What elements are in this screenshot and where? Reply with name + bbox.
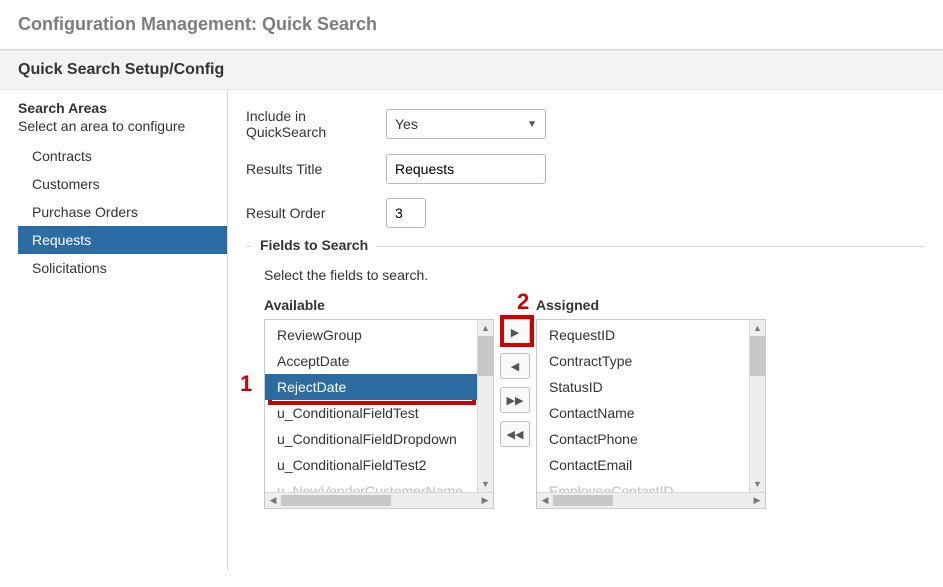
- available-label: Available: [264, 297, 494, 313]
- scroll-down-icon[interactable]: ▼: [478, 476, 493, 492]
- hscroll-thumb[interactable]: [553, 495, 613, 506]
- fields-subtext: Select the fields to search.: [264, 267, 911, 283]
- assigned-vscroll[interactable]: ▲ ▼: [749, 320, 765, 492]
- list-item[interactable]: AcceptDate: [265, 348, 477, 374]
- sidebar-item-customers[interactable]: Customers: [18, 170, 227, 198]
- scroll-right-icon[interactable]: ▶: [477, 493, 493, 508]
- scroll-left-icon[interactable]: ◀: [265, 493, 281, 508]
- sidebar-item-requests[interactable]: Requests: [18, 226, 227, 254]
- list-item[interactable]: ContactName: [537, 400, 749, 426]
- annotation-2: 2: [517, 289, 529, 315]
- list-item[interactable]: u_ConditionalFieldTest2: [265, 452, 477, 478]
- available-column: Available ReviewGroupAcceptDateRejectDat…: [264, 297, 494, 509]
- list-item[interactable]: RejectDate: [265, 374, 477, 400]
- transfer-buttons: ▶ ◀ ▶▶ ◀◀: [500, 297, 530, 447]
- scroll-down-icon[interactable]: ▼: [750, 476, 765, 492]
- add-all-button[interactable]: ▶▶: [500, 387, 530, 413]
- vscroll-thumb[interactable]: [750, 336, 765, 376]
- available-listbox[interactable]: ReviewGroupAcceptDateRejectDateu_Conditi…: [264, 319, 494, 509]
- assigned-column: Assigned RequestIDContractTypeStatusIDCo…: [536, 297, 766, 509]
- sidebar-item-purchase-orders[interactable]: Purchase Orders: [18, 198, 227, 226]
- sidebar: Search Areas Select an area to configure…: [0, 90, 228, 570]
- available-hscroll[interactable]: ◀ ▶: [265, 492, 493, 508]
- assigned-listbox[interactable]: RequestIDContractTypeStatusIDContactName…: [536, 319, 766, 509]
- list-item[interactable]: u_NewVendorCustomerName: [265, 478, 477, 492]
- list-item[interactable]: ContactEmail: [537, 452, 749, 478]
- list-item[interactable]: u_ConditionalFieldDropdown: [265, 426, 477, 452]
- page-title: Configuration Management: Quick Search: [0, 0, 943, 49]
- sidebar-heading: Search Areas: [18, 100, 227, 116]
- panel-header: Quick Search Setup/Config: [0, 50, 943, 90]
- results-title-input[interactable]: [386, 154, 546, 184]
- sidebar-subheading: Select an area to configure: [18, 118, 227, 134]
- caret-down-icon: ▼: [527, 119, 537, 130]
- scroll-right-icon[interactable]: ▶: [749, 493, 765, 508]
- hscroll-thumb[interactable]: [281, 495, 391, 506]
- annotation-1: 1: [240, 371, 252, 397]
- result-order-label: Result Order: [246, 205, 386, 221]
- assigned-hscroll[interactable]: ◀ ▶: [537, 492, 765, 508]
- scroll-up-icon[interactable]: ▲: [750, 320, 765, 336]
- include-select[interactable]: Yes ▼: [386, 109, 546, 139]
- list-item[interactable]: u_ConditionalFieldTest: [265, 400, 477, 426]
- available-vscroll[interactable]: ▲ ▼: [477, 320, 493, 492]
- list-item[interactable]: RequestID: [537, 322, 749, 348]
- main-panel: Include in QuickSearch Yes ▼ Results Tit…: [228, 90, 943, 570]
- remove-all-button[interactable]: ◀◀: [500, 421, 530, 447]
- list-item[interactable]: ContactPhone: [537, 426, 749, 452]
- remove-one-button[interactable]: ◀: [500, 353, 530, 379]
- sidebar-item-contracts[interactable]: Contracts: [18, 142, 227, 170]
- include-select-value: Yes: [395, 116, 418, 132]
- assigned-label: Assigned: [536, 297, 766, 313]
- vscroll-thumb[interactable]: [478, 336, 493, 376]
- sidebar-item-solicitations[interactable]: Solicitations: [18, 254, 227, 282]
- scroll-up-icon[interactable]: ▲: [478, 320, 493, 336]
- result-order-input[interactable]: [386, 198, 426, 228]
- include-label: Include in QuickSearch: [246, 108, 386, 140]
- add-one-button[interactable]: ▶: [500, 319, 530, 345]
- list-item[interactable]: ReviewGroup: [265, 322, 477, 348]
- fields-legend: Fields to Search: [252, 237, 376, 253]
- list-item[interactable]: EmployeeContactID: [537, 478, 749, 492]
- list-item[interactable]: StatusID: [537, 374, 749, 400]
- list-item[interactable]: ContractType: [537, 348, 749, 374]
- fields-to-search-section: Fields to Search Select the fields to se…: [246, 246, 925, 523]
- scroll-left-icon[interactable]: ◀: [537, 493, 553, 508]
- results-title-label: Results Title: [246, 161, 386, 177]
